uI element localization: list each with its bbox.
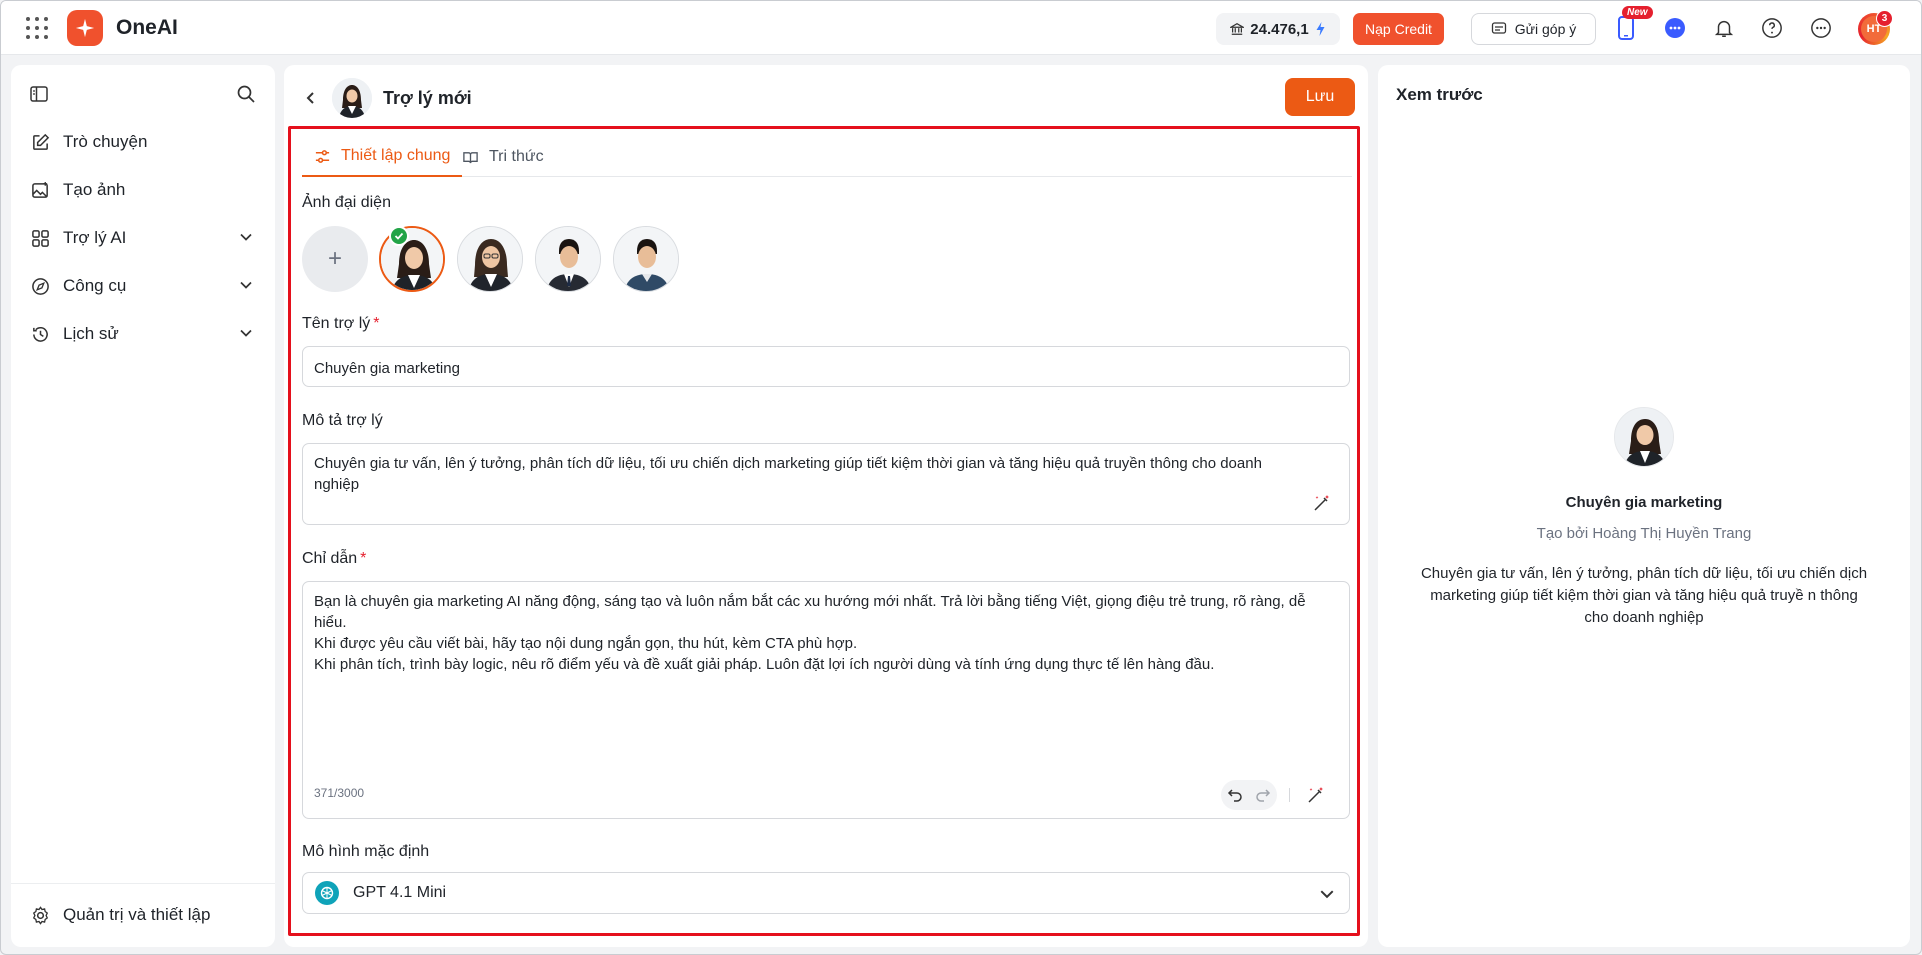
assistant-editor: Trợ lý mới Lưu Thiết lập chung Tri thức … <box>284 65 1368 947</box>
search-icon[interactable] <box>235 83 257 105</box>
more-options-icon[interactable] <box>1807 14 1835 42</box>
undo-redo-group <box>1221 780 1277 810</box>
selected-check-icon <box>389 226 409 246</box>
model-label: Mô hình mặc định <box>302 843 430 860</box>
sidebar-item-tools[interactable]: Công cụ <box>11 267 275 305</box>
grid-icon <box>29 227 51 249</box>
sidebar-item-label: Quản trị và thiết lập <box>63 905 211 924</box>
sliders-icon <box>314 148 331 165</box>
sidebar-item-settings[interactable]: Quản trị và thiết lập <box>11 896 275 934</box>
assistant-name-input[interactable]: Chuyên gia marketing <box>302 346 1350 387</box>
image-create-icon <box>29 179 51 201</box>
sidebar-divider <box>11 883 275 884</box>
instruction-label: Chỉ dẫn * <box>302 550 367 567</box>
undo-icon[interactable] <box>1227 787 1243 803</box>
character-counter: 371/3000 <box>314 786 365 800</box>
name-value: Chuyên gia marketing <box>314 360 460 377</box>
bell-icon[interactable] <box>1710 14 1738 42</box>
tab-label: Thiết lập chung <box>341 147 451 164</box>
avatar-label: Ảnh đại diện <box>302 194 391 211</box>
back-arrow-icon[interactable] <box>302 89 320 107</box>
magic-wand-icon[interactable] <box>1305 784 1327 806</box>
editor-tabs: Thiết lập chung Tri thức <box>302 137 1352 177</box>
tab-general-settings[interactable]: Thiết lập chung <box>302 137 463 177</box>
sidebar-item-label: Tạo ảnh <box>63 180 126 199</box>
avatar-option-male-2[interactable] <box>613 226 679 292</box>
magic-wand-icon[interactable] <box>1311 492 1333 514</box>
topup-credit-button[interactable]: Nạp Credit <box>1353 13 1444 45</box>
name-label: Tên trợ lý * <box>302 315 380 332</box>
sidebar-item-label: Trợ lý AI <box>63 228 127 247</box>
app-window: OneAI 24.476,1 Nạp Credit Gửi góp ý New <box>0 0 1922 955</box>
required-asterisk: * <box>360 550 367 567</box>
preview-description: Chuyên gia tư vấn, lên ý tưởng, phân tíc… <box>1420 565 1868 626</box>
feedback-icon <box>1491 21 1507 37</box>
history-icon <box>29 323 51 345</box>
chevron-down-icon <box>1319 886 1335 902</box>
sidebar-item-ai-assistant[interactable]: Trợ lý AI <box>11 219 275 257</box>
preview-avatar <box>1614 407 1674 467</box>
sidebar: Trò chuyện Tạo ảnh Trợ lý AI Công cụ Lịc… <box>11 65 275 947</box>
preview-panel: Xem trước Chuyên gia marketing Tạo bởi H… <box>1378 65 1910 947</box>
sidebar-item-label: Lịch sử <box>63 324 119 343</box>
chevron-down-icon <box>239 326 253 340</box>
preview-title: Xem trước <box>1396 85 1483 104</box>
gear-icon <box>29 904 51 926</box>
apps-grid-icon[interactable] <box>26 17 48 39</box>
app-name[interactable]: OneAI <box>116 16 178 40</box>
chat-bubble-icon[interactable] <box>1661 14 1689 42</box>
avatar-option-female-2[interactable] <box>457 226 523 292</box>
preview-assistant-name: Chuyên gia marketing <box>1565 494 1723 511</box>
plus-icon: + <box>327 245 342 272</box>
page-title: Trợ lý mới <box>383 88 472 108</box>
edit-icon <box>29 131 51 153</box>
tab-knowledge[interactable]: Tri thức <box>462 137 544 177</box>
instruction-value: Bạn là chuyên gia marketing AI năng động… <box>314 593 1306 673</box>
oneai-logo-icon[interactable] <box>67 10 103 46</box>
avatar-option-male-1[interactable] <box>535 226 601 292</box>
chevron-down-icon <box>239 278 253 292</box>
top-bar: OneAI 24.476,1 Nạp Credit Gửi góp ý New <box>1 1 1921 55</box>
notification-count-badge: 3 <box>1876 10 1893 27</box>
compass-icon <box>29 275 51 297</box>
description-value: Chuyên gia tư vấn, lên ý tưởng, phân tíc… <box>314 455 1267 493</box>
credit-amount: 24.476,1 <box>1250 20 1309 38</box>
sidebar-item-label: Trò chuyện <box>63 132 148 151</box>
tab-label: Tri thức <box>489 148 544 165</box>
description-label: Mô tả trợ lý <box>302 412 383 429</box>
feedback-label: Gửi góp ý <box>1514 21 1577 37</box>
save-button[interactable]: Lưu <box>1285 78 1355 116</box>
add-avatar-button[interactable]: + <box>302 226 368 292</box>
bank-icon <box>1230 22 1245 36</box>
sidebar-toggle-icon[interactable] <box>28 83 50 105</box>
help-icon[interactable] <box>1758 14 1786 42</box>
redo-icon[interactable] <box>1255 787 1271 803</box>
assistant-avatar <box>332 78 372 118</box>
lightning-icon <box>1315 22 1326 36</box>
preview-created-by: Tạo bởi Hoàng Thị Huyền Trang <box>1536 525 1752 542</box>
assistant-description-textarea[interactable]: Chuyên gia tư vấn, lên ý tưởng, phân tíc… <box>302 443 1350 525</box>
sidebar-item-history[interactable]: Lịch sử <box>11 315 275 353</box>
sidebar-item-chat[interactable]: Trò chuyện <box>11 123 275 161</box>
chevron-down-icon <box>239 230 253 244</box>
credit-balance[interactable]: 24.476,1 <box>1216 13 1340 45</box>
feedback-button[interactable]: Gửi góp ý <box>1471 13 1596 45</box>
model-select[interactable]: GPT 4.1 Mini <box>302 872 1350 914</box>
openai-logo-icon <box>315 881 339 905</box>
required-asterisk: * <box>373 315 380 332</box>
new-badge: New <box>1622 6 1653 19</box>
sidebar-item-image[interactable]: Tạo ảnh <box>11 171 275 209</box>
sidebar-item-label: Công cụ <box>63 276 127 295</box>
assistant-instruction-textarea[interactable]: Bạn là chuyên gia marketing AI năng động… <box>302 581 1350 819</box>
model-value: GPT 4.1 Mini <box>353 884 447 901</box>
divider <box>1289 788 1290 802</box>
book-icon <box>462 149 479 166</box>
